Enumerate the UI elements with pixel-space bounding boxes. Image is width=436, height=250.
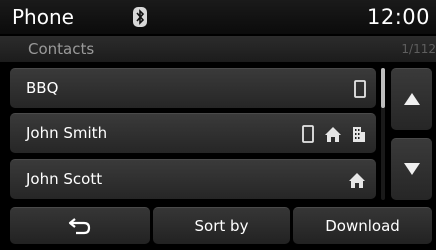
contact-name: BBQ (26, 79, 59, 97)
clock: 12:00 (366, 5, 430, 29)
home-icon (325, 126, 341, 142)
home-icon (349, 172, 365, 188)
contact-row-john-scott[interactable]: John Scott (10, 159, 376, 199)
back-button[interactable] (10, 207, 150, 244)
status-bar: Phone 12:00 (0, 0, 436, 34)
section-title: Contacts (28, 40, 95, 58)
sort-by-button[interactable]: Sort by (153, 207, 290, 244)
arrow-up-icon (404, 93, 420, 105)
bluetooth-icon (133, 7, 147, 27)
scroll-down-button[interactable] (391, 138, 432, 200)
scroll-thumb[interactable] (381, 68, 385, 108)
scrollbar[interactable] (381, 68, 385, 200)
sort-by-label: Sort by (194, 217, 249, 235)
download-button[interactable]: Download (293, 207, 432, 244)
arrow-down-icon (404, 163, 420, 175)
mobile-phone-icon (302, 125, 314, 143)
back-arrow-icon (68, 218, 91, 235)
contact-name: John Scott (26, 170, 103, 188)
download-label: Download (325, 217, 400, 235)
scroll-up-button[interactable] (391, 68, 432, 130)
contact-row-bbq[interactable]: BBQ (10, 68, 376, 108)
page-count: 1/112 (401, 42, 436, 56)
contacts-header: Contacts 1/112 (0, 36, 436, 62)
app-title: Phone (12, 5, 74, 29)
mobile-phone-icon (354, 80, 366, 98)
contact-row-john-smith[interactable]: John Smith (10, 113, 376, 153)
office-icon (353, 127, 365, 142)
contact-name: John Smith (26, 124, 108, 142)
